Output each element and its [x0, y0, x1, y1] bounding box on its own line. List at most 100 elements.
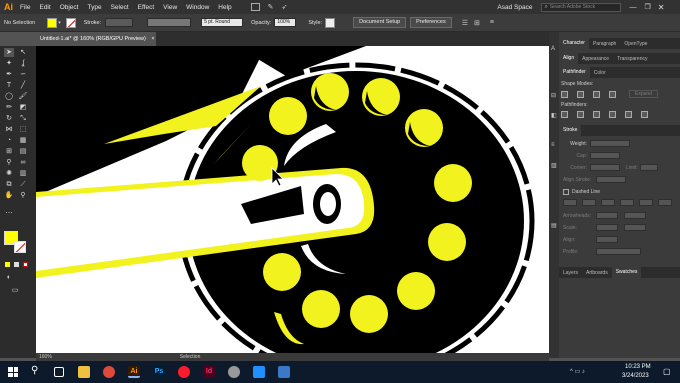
minus-front-icon[interactable] — [577, 90, 584, 98]
panel-icon-character[interactable]: A — [551, 46, 555, 52]
panel-icon-align[interactable]: ⊟ — [551, 92, 556, 99]
menu-select[interactable]: Select — [111, 4, 129, 11]
menu-help[interactable]: Help — [218, 4, 231, 11]
stroke-weight-field[interactable] — [105, 18, 134, 27]
scale-start[interactable] — [596, 224, 618, 231]
menu-effect[interactable]: Effect — [138, 4, 155, 11]
transform-icon[interactable]: ⊞ — [474, 19, 480, 27]
panel-icon-gradient[interactable]: ▥ — [551, 162, 557, 169]
gap-field[interactable] — [658, 199, 672, 206]
outline-icon[interactable] — [625, 111, 632, 118]
arrow-align-options[interactable] — [596, 236, 618, 243]
style-swatch[interactable] — [325, 17, 336, 28]
gap-field[interactable] — [582, 199, 596, 206]
color-mode-gradient-icon[interactable] — [14, 262, 19, 267]
file-explorer-icon[interactable] — [78, 366, 90, 378]
align-stroke-options[interactable] — [596, 176, 626, 183]
document-tab[interactable]: Untitled-1.ai* @ 160% (RGB/GPU Preview) … — [36, 32, 156, 46]
tab-align[interactable]: Align — [559, 53, 579, 64]
slice-tool-icon[interactable]: ⟋ — [18, 180, 28, 189]
start-button-icon[interactable] — [8, 367, 18, 377]
shape-builder-tool-icon[interactable]: ◔ — [4, 136, 14, 145]
free-transform-tool-icon[interactable]: ⬚ — [18, 125, 28, 134]
line-tool-icon[interactable]: ╱ — [18, 81, 28, 90]
tab-appearance[interactable]: Appearance — [578, 56, 613, 62]
gpu-rocket-icon[interactable]: ➶ — [282, 3, 288, 11]
tab-pathfinder[interactable]: Pathfinder — [559, 67, 590, 78]
gradient-tool-icon[interactable]: ▤ — [18, 147, 28, 156]
tab-opentype[interactable]: OpenType — [620, 41, 651, 47]
tab-layers[interactable]: Layers — [559, 270, 582, 276]
menu-view[interactable]: View — [163, 4, 177, 11]
illustrator-taskbar-icon[interactable]: Ai — [128, 366, 140, 378]
panel-menu-icon[interactable]: ≡ — [490, 19, 494, 26]
merge-icon[interactable] — [593, 111, 600, 118]
color-mode-none-icon[interactable] — [23, 262, 28, 267]
selection-tool-icon[interactable]: ➤ — [4, 48, 14, 57]
dashed-line-checkbox[interactable] — [563, 189, 569, 195]
type-tool-icon[interactable]: T — [4, 81, 14, 90]
perspective-grid-tool-icon[interactable]: ▦ — [18, 136, 28, 145]
menu-file[interactable]: File — [20, 4, 30, 11]
tab-swatches[interactable]: Swatches — [611, 267, 642, 278]
rotate-tool-icon[interactable]: ↻ — [4, 114, 14, 123]
indesign-taskbar-icon[interactable]: Id — [203, 366, 215, 378]
hand-tool-icon[interactable]: ✋ — [4, 191, 14, 200]
notifications-icon[interactable]: ▢ — [663, 367, 671, 376]
panel-icon-stroke[interactable]: ≡ — [551, 142, 555, 148]
arrowhead-start[interactable] — [596, 212, 618, 219]
paintbrush-tool-icon[interactable]: 🖌 — [18, 92, 28, 101]
curvature-tool-icon[interactable]: ∽ — [18, 70, 28, 79]
symbol-sprayer-tool-icon[interactable]: ✺ — [4, 169, 14, 178]
mesh-tool-icon[interactable]: ⊞ — [4, 147, 14, 156]
brush-definition-dropdown[interactable]: 5 pt. Round — [201, 18, 244, 27]
dash-field[interactable] — [639, 199, 653, 206]
magic-wand-tool-icon[interactable]: ✦ — [4, 59, 14, 68]
direct-selection-tool-icon[interactable]: ↖ — [18, 48, 28, 57]
width-tool-icon[interactable]: ⋈ — [4, 125, 14, 134]
workspace-switcher[interactable]: Asad Space — [497, 4, 532, 11]
restore-button[interactable]: ❐ — [644, 3, 650, 11]
photoshop-taskbar-icon[interactable]: Ps — [153, 366, 165, 378]
eraser-tool-icon[interactable]: ◩ — [18, 103, 28, 112]
arrowhead-end[interactable] — [624, 212, 646, 219]
menu-object[interactable]: Object — [60, 4, 79, 11]
opera-icon[interactable] — [178, 366, 190, 378]
exclude-icon[interactable] — [609, 90, 616, 98]
expand-button[interactable]: Expand — [629, 90, 658, 98]
menu-edit[interactable]: Edit — [39, 4, 50, 11]
search-stock-field[interactable]: ⌕ Search Adobe Stock — [541, 2, 622, 12]
tab-character[interactable]: Character — [559, 38, 589, 49]
divide-icon[interactable] — [561, 111, 568, 118]
scale-tool-icon[interactable]: ⤡ — [18, 114, 28, 123]
stroke-none-swatch[interactable] — [65, 17, 76, 28]
lasso-tool-icon[interactable]: ʆ — [18, 59, 28, 68]
menu-type[interactable]: Type — [87, 4, 101, 11]
crop-icon[interactable] — [609, 111, 616, 118]
app-logo[interactable]: Ai — [4, 2, 13, 12]
chrome-icon[interactable] — [103, 366, 115, 378]
search-taskbar-icon[interactable]: ⚲ — [31, 365, 38, 376]
tab-transparency[interactable]: Transparency — [613, 56, 651, 62]
limit-field[interactable] — [639, 164, 658, 171]
opacity-field[interactable]: 100% — [274, 18, 297, 27]
weight-field[interactable] — [590, 140, 630, 147]
corner-options[interactable] — [590, 164, 620, 171]
preferences-button[interactable]: Preferences — [410, 17, 452, 28]
trim-icon[interactable] — [577, 111, 584, 118]
intersect-icon[interactable] — [593, 90, 600, 98]
zoom-level[interactable]: 160% — [39, 354, 52, 360]
stroke-color-icon[interactable] — [14, 241, 26, 253]
draw-mode-icon[interactable]: ◐ — [4, 273, 14, 282]
eyedropper-tool-icon[interactable]: ⚲ — [4, 158, 14, 167]
minus-back-icon[interactable] — [641, 111, 648, 118]
pen-tool-icon[interactable]: ✒ — [4, 70, 14, 79]
profile-dropdown[interactable] — [596, 248, 641, 255]
tab-artboards[interactable]: Artboards — [582, 270, 612, 276]
variable-width-dropdown[interactable] — [147, 18, 192, 27]
dash-field[interactable] — [601, 199, 615, 206]
align-icon[interactable]: ☰ — [462, 19, 468, 27]
fill-swatch[interactable] — [47, 17, 58, 28]
zoom-tool-icon[interactable]: ⚲ — [18, 191, 28, 200]
panel-icon-pathfinder[interactable]: ◧ — [551, 112, 557, 119]
